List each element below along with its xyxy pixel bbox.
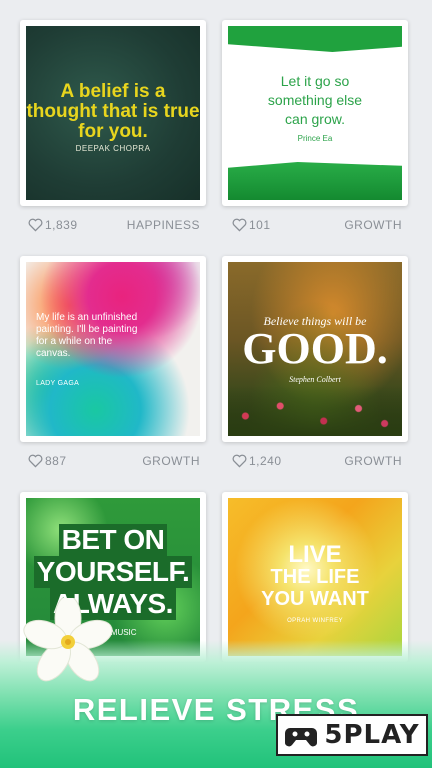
like-count: 1,240: [249, 454, 282, 468]
card-meta-3: 887 GROWTH: [28, 452, 200, 470]
quote-text-line-2: YOURSELF.: [33, 556, 193, 588]
quote-image: A belief is a thought that is true for y…: [26, 26, 200, 200]
quote-author: Stephen Colbert: [289, 375, 341, 384]
category-label[interactable]: GROWTH: [344, 218, 402, 232]
quote-card-3[interactable]: My life is an unfinished painting. I'll …: [20, 256, 206, 442]
quote-text: LIVE THE LIFE YOU WANT: [228, 541, 402, 611]
category-label[interactable]: GROWTH: [344, 454, 402, 468]
like-button[interactable]: 1,240: [232, 454, 282, 468]
flowers-decoration: [228, 386, 402, 436]
heart-icon: [28, 218, 43, 232]
quote-text-line-3: YOU WANT: [261, 588, 369, 610]
quote-card-1[interactable]: A belief is a thought that is true for y…: [20, 20, 206, 206]
like-button[interactable]: 887: [28, 454, 67, 468]
like-count: 1,839: [45, 218, 78, 232]
quote-image: Let it go so something else can grow. Pr…: [228, 26, 402, 200]
heart-icon: [232, 454, 247, 468]
green-band-top: [228, 26, 402, 52]
quote-text: A belief is a thought that is true for y…: [26, 81, 200, 142]
card-meta-2: 101 GROWTH: [232, 216, 402, 234]
card-meta-1: 1,839 HAPPINESS: [28, 216, 200, 234]
quote-text-line-2: THE LIFE: [270, 566, 360, 588]
like-count: 887: [45, 454, 67, 468]
flower-icon: [23, 598, 113, 682]
quote-text-line-1: BET ON: [58, 524, 168, 556]
like-button[interactable]: 101: [232, 218, 271, 232]
quote-card-4[interactable]: Believe things will be GOOD. Stephen Col…: [222, 256, 408, 442]
quote-author: Prince Ea: [297, 134, 333, 143]
like-button[interactable]: 1,839: [28, 218, 78, 232]
quote-text: My life is an unfinished painting. I'll …: [36, 312, 138, 359]
quote-text-line-1: LIVE: [288, 541, 342, 568]
watermark-text: 5PLAY: [324, 720, 420, 750]
category-label[interactable]: GROWTH: [142, 454, 200, 468]
quote-card-2[interactable]: Let it go so something else can grow. Pr…: [222, 20, 408, 206]
quote-card-6[interactable]: LIVE THE LIFE YOU WANT OPRAH WINFREY: [222, 492, 408, 662]
category-label[interactable]: HAPPINESS: [127, 218, 200, 232]
heart-icon: [232, 218, 247, 232]
watermark-logo: 5PLAY: [276, 714, 428, 756]
quote-image: Believe things will be GOOD. Stephen Col…: [228, 262, 402, 436]
quote-image: LIVE THE LIFE YOU WANT OPRAH WINFREY: [228, 498, 402, 656]
quote-author: LADY GAGA: [36, 380, 80, 387]
quote-image: My life is an unfinished painting. I'll …: [26, 262, 200, 436]
green-band-bottom: [228, 162, 402, 200]
like-count: 101: [249, 218, 271, 232]
gamepad-icon: [285, 728, 318, 747]
quote-text: Let it go so something else can grow.: [267, 73, 363, 127]
quote-author: OPRAH WINFREY: [287, 618, 343, 624]
quote-author: DEEPAK CHOPRA: [75, 144, 151, 153]
quote-text-line-2: GOOD.: [242, 324, 388, 373]
card-meta-4: 1,240 GROWTH: [232, 452, 402, 470]
heart-icon: [28, 454, 43, 468]
